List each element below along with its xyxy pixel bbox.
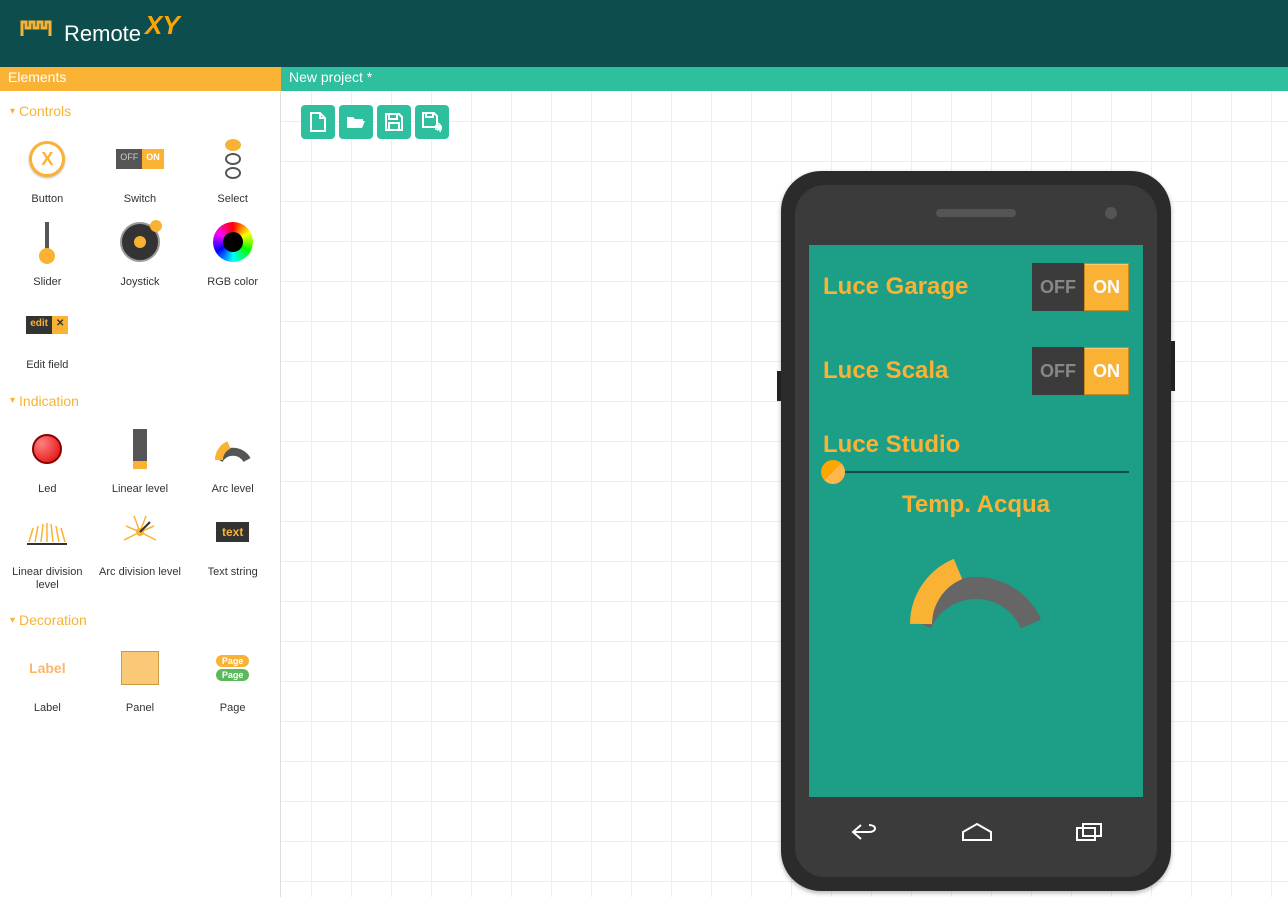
rgb-icon [213, 222, 253, 262]
panel-icon [121, 651, 159, 685]
linear-level-icon [133, 429, 147, 469]
phone-power-button [1171, 341, 1175, 391]
arc-gauge-icon [896, 529, 1056, 639]
phone-speaker [936, 209, 1016, 217]
screen-row-temp[interactable]: Temp. Acqua [809, 473, 1143, 629]
screen-row-garage[interactable]: Luce Garage OFF ON [809, 245, 1143, 329]
home-icon[interactable] [959, 822, 995, 842]
design-canvas[interactable]: ✱ Luce Garage OFF ON [281, 91, 1288, 897]
select-icon [225, 139, 241, 179]
palette-lindiv[interactable]: Linear division level [6, 506, 89, 592]
led-icon [32, 434, 62, 464]
section-indication[interactable]: Indication [0, 389, 280, 413]
palette-linlevel[interactable]: Linear level [99, 423, 182, 496]
palette-editfield[interactable]: edit✕ Edit field [6, 299, 89, 372]
palette-slider[interactable]: Slider [6, 216, 89, 289]
canvas-toolbar: ✱ [281, 91, 1288, 153]
palette-page[interactable]: PagePage Page [191, 642, 274, 715]
label-scala: Luce Scala [823, 357, 948, 385]
palette-switch[interactable]: OFFON Switch [99, 133, 182, 206]
recent-apps-icon[interactable] [1075, 822, 1103, 842]
switch-icon: OFFON [116, 149, 164, 169]
palette-select[interactable]: Select [191, 133, 274, 206]
open-button[interactable] [339, 105, 373, 139]
arc-division-icon [118, 512, 162, 552]
brand-text: Remote [64, 21, 141, 47]
save-button[interactable] [377, 105, 411, 139]
brand-logo: Remote XY [20, 14, 180, 54]
sub-header: Elements New project * [0, 67, 1288, 91]
label-temp: Temp. Acqua [809, 491, 1143, 519]
palette-text[interactable]: text Text string [191, 506, 274, 592]
switch-scala[interactable]: OFF ON [1032, 347, 1129, 395]
label-studio: Luce Studio [823, 431, 960, 459]
slider-studio[interactable] [809, 471, 1143, 473]
label-garage: Luce Garage [823, 273, 968, 301]
joystick-icon [120, 222, 160, 262]
editfield-icon: edit✕ [26, 316, 68, 334]
phone-preview[interactable]: Luce Garage OFF ON Luce Scala OFF ON [781, 171, 1171, 891]
button-icon: X [29, 141, 65, 177]
arc-gauge-temp[interactable] [896, 529, 1056, 629]
palette-label[interactable]: Label Label [6, 642, 89, 715]
file-new-icon [309, 112, 327, 132]
section-controls[interactable]: Controls [0, 99, 280, 123]
text-string-icon: text [216, 522, 249, 542]
label-icon: Label [29, 660, 66, 676]
palette-arcdiv[interactable]: Arc division level [99, 506, 182, 592]
palette-rgb[interactable]: RGB color [191, 216, 274, 289]
save-as-button[interactable]: ✱ [415, 105, 449, 139]
back-icon[interactable] [849, 822, 879, 842]
phone-nav-bar [809, 807, 1143, 857]
switch-garage[interactable]: OFF ON [1032, 263, 1129, 311]
new-button[interactable] [301, 105, 335, 139]
phone-camera [1105, 207, 1117, 219]
project-title: New project * [281, 67, 1288, 91]
arc-level-icon [213, 434, 253, 464]
elements-sidebar: Controls X Button OFFON Switch Select Sl… [0, 91, 281, 897]
slider-thumb-icon[interactable] [821, 460, 845, 484]
folder-open-icon [346, 114, 366, 130]
palette-arclevel[interactable]: Arc level [191, 423, 274, 496]
elements-title: Elements [0, 67, 281, 91]
palette-button[interactable]: X Button [6, 133, 89, 206]
palette-joystick[interactable]: Joystick [99, 216, 182, 289]
section-decoration[interactable]: Decoration [0, 608, 280, 632]
phone-volume-button [777, 371, 781, 401]
app-header: Remote XY [0, 0, 1288, 67]
palette-led[interactable]: Led [6, 423, 89, 496]
linear-division-icon [25, 518, 69, 546]
screen-row-scala[interactable]: Luce Scala OFF ON [809, 329, 1143, 413]
palette-panel[interactable]: Panel [99, 642, 182, 715]
phone-screen[interactable]: Luce Garage OFF ON Luce Scala OFF ON [809, 245, 1143, 797]
brand-suffix: XY [145, 10, 180, 41]
save-icon [385, 113, 403, 131]
page-icon: PagePage [216, 655, 250, 681]
screen-row-studio[interactable]: Luce Studio [809, 413, 1143, 463]
save-as-icon: ✱ [422, 112, 442, 132]
slider-icon [45, 222, 49, 262]
logo-mark-icon [20, 14, 60, 54]
svg-text:✱: ✱ [436, 124, 442, 132]
